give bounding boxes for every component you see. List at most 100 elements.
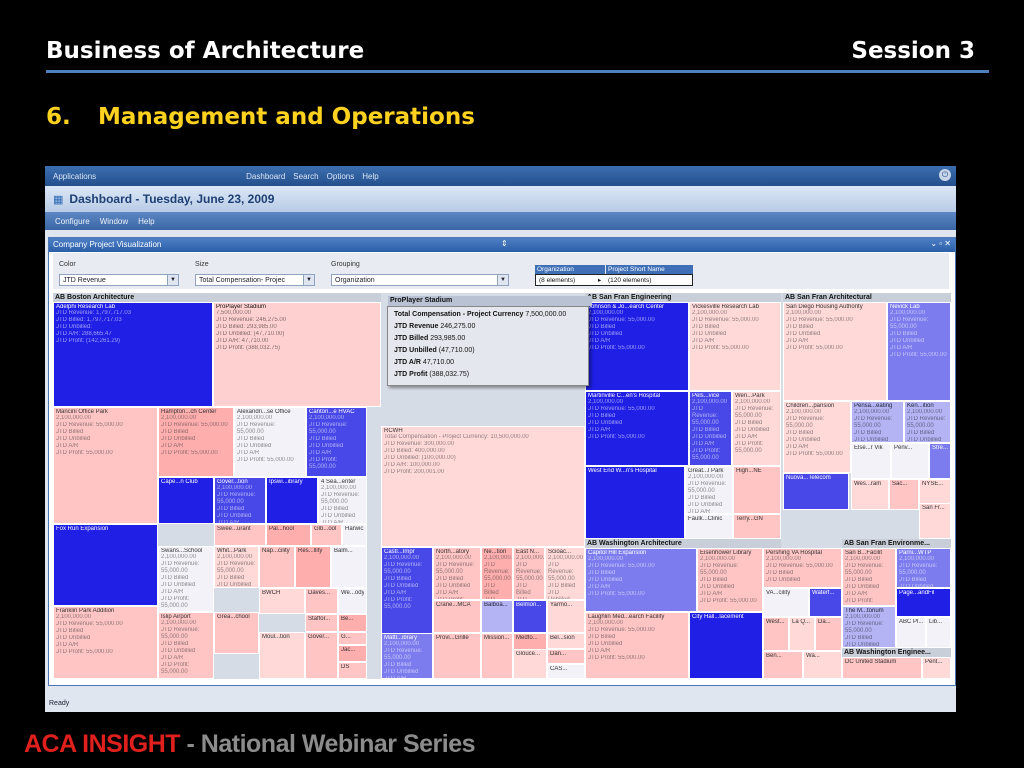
panel-window-buttons[interactable]: ⌄ ▫ ✕ [930,239,951,248]
treemap-cell[interactable]: Cape...n Club [158,477,214,524]
treemap-cell[interactable]: Moul...tion [259,632,305,679]
menu-dashboard[interactable]: Dashboard [246,172,285,181]
treemap-cell[interactable]: Balboa... [481,600,513,633]
treemap-cell[interactable]: Gover... [305,632,338,679]
treemap-cell[interactable]: Faulk...Clinic [685,514,733,539]
treemap-cell[interactable]: Wes...ram [851,479,889,510]
treemap-cell[interactable]: Jac... [338,645,367,662]
treemap-cell[interactable]: Be... [338,614,367,632]
treemap-cell[interactable]: VA...cility [763,588,809,617]
power-icon[interactable]: ⏻ [939,169,951,181]
treemap-cell[interactable]: Harwic... [342,524,367,546]
treemap-cell[interactable]: Mattl...ibrary 2,100,000.00 JTD Revenue: 5… [381,633,433,679]
treemap-cell[interactable]: Vickesville Research Lab 2,100,000.00 JTD … [689,302,781,391]
treemap-cell[interactable]: North...atory 2,100,000.00 JTD Revenue: 55… [433,547,481,600]
treemap-cell[interactable]: La Q... [789,617,815,651]
treemap-cell[interactable]: Scioac... 2,100,000.00 JTD Revenue: 55,000… [545,547,585,600]
tree-header-organization[interactable]: Organization [535,265,605,274]
tree-filter[interactable]: (8 elements) ▸ (120 elements) [535,274,693,286]
help-button[interactable]: Help [138,217,154,226]
treemap-cell[interactable]: Laughlin Med...earch Facility 2,100,000.0… [585,612,689,679]
treemap-cell[interactable]: We...ody [338,588,367,614]
treemap-cell[interactable]: Whit...Park 2,100,000.00 JTD Revenue: 55,0… [214,546,259,588]
treemap-cell[interactable]: Penv... [891,443,929,479]
treemap-cell[interactable]: Ken...ition 2,100,000.00 JTD Revenue: 55,0… [904,401,951,443]
color-select[interactable]: JTD Revenue ▼ [59,274,179,286]
treemap-cell[interactable]: Swans...School 2,100,000.00 JTD Revenue: 5… [158,546,214,612]
treemap-cell[interactable]: Nap...cility [259,546,295,588]
treemap-cell[interactable]: Mancini Office Park 2,100,000.00 JTD Reven… [53,407,158,524]
treemap-cell[interactable]: G... [338,632,367,645]
treemap-cell[interactable]: Bel...sion [547,633,585,649]
treemap-cell[interactable]: Nevick Lab 2,100,000.00 JTD Revenue: 55,00… [887,302,951,401]
treemap-cell[interactable]: Terry...GN [733,514,781,539]
treemap-cell[interactable]: Alexandri...se Office 2,100,000.00 JTD Rev… [234,407,306,477]
treemap-cell[interactable]: San Fr... [919,503,951,539]
treemap-cell[interactable]: ProPlayer Stadium 7,500,000.00 JTD Revenue… [213,302,381,407]
treemap-cell[interactable]: Glouce... [513,649,547,679]
chevron-down-icon[interactable]: ▼ [303,275,314,285]
treemap-cell[interactable]: The M...torium 2,100,000.00 JTD Revenue: 5… [842,606,896,648]
treemap-cell[interactable]: Great...l Park 2,100,000.00 JTD Revenue: 5… [685,466,733,514]
treemap-cell[interactable]: Sac... [889,479,919,510]
treemap-cell[interactable]: RCWH Total Compensation - Project Currenc… [381,426,585,547]
treemap-cell[interactable]: BWCH [259,588,305,614]
treemap-cell[interactable]: Nuova...Telecom [783,473,849,510]
tree-header-project[interactable]: Project Short Name [606,265,693,274]
treemap-cell[interactable]: ABC Pl... [896,617,926,648]
treemap-cell[interactable]: High...NE [733,466,781,514]
treemap-cell[interactable]: Parni...WTP 2,100,000.00 JTD Revenue: 55,0… [896,548,951,588]
treemap-cell[interactable]: Yarmo... [547,600,585,633]
treemap-cell[interactable]: Pensa...eating 2,100,000.00 JTD Revenue: 5… [851,401,904,443]
treemap-cell[interactable]: Pent... [922,657,951,679]
treemap-cell[interactable]: Dan... [547,649,585,664]
treemap-cell[interactable]: DC United Stadium [842,657,922,679]
size-select[interactable]: Total Compensation- Projec ▼ [195,274,315,286]
treemap-cell[interactable]: Mission... [481,633,513,679]
treemap-cell[interactable]: Staffor... [305,614,338,632]
treemap-cell[interactable]: East N...2,100,000.00JTD Revenue: 55,000… [513,547,545,600]
collapse-icon[interactable]: ⇕ [501,239,508,248]
treemap-cell[interactable]: Stre... [929,443,951,479]
treemap-cell[interactable]: Fox Run Expansion [53,524,158,606]
treemap-cell[interactable]: Grea...chool [214,612,259,654]
treemap-cell[interactable]: Johnson & Jo...earch Center 2,100,000.00 J… [585,302,689,391]
configure-button[interactable]: Configure [55,217,90,226]
treemap-cell[interactable]: Crane...MCA [433,600,481,633]
treemap-cell[interactable]: Waterf... [809,588,842,617]
treemap-cell[interactable]: CAS... [547,664,585,679]
treemap-cell[interactable]: Belmon... [513,600,547,633]
treemap-cell[interactable]: Ne...tion2,100,000.00JTD Revenue: 55,000… [481,547,513,600]
panel-title[interactable]: Company Project Visualization [53,240,161,249]
treemap-cell[interactable]: Glb...ool [311,524,342,546]
treemap-cell[interactable]: Children...pansion 2,100,000.00 JTD Revenu… [783,401,851,473]
treemap-cell[interactable]: Daves... [305,588,338,614]
treemap-cell[interactable]: Wa... [803,651,842,679]
menu-options[interactable]: Options [327,172,355,181]
treemap-cell[interactable]: Franklin Park Addition 2,100,000.00 JTD Re… [53,606,158,679]
menu-search[interactable]: Search [293,172,318,181]
treemap-cell[interactable]: Gover...tion 2,100,000.00 JTD Revenue: 55,… [214,477,266,524]
treemap-cell[interactable]: Ben... [763,651,803,679]
treemap-cell[interactable]: Da... [815,617,842,651]
treemap-cell[interactable]: San Diego Housing Authority 2,100,000.00 J… [783,302,887,401]
grouping-select[interactable]: Organization ▼ [331,274,509,286]
treemap-cell[interactable]: Page...andFil [896,588,951,617]
treemap-cell[interactable]: Swee...urant [214,524,266,546]
treemap-cell[interactable]: San B...Facilit 2,100,000.00 JTD Revenue: … [842,548,896,606]
treemap-cell[interactable]: Lib... [926,617,951,648]
treemap-cell[interactable]: Adelphi Research Lab JTD Revenue: 1,797,7… [53,302,213,407]
window-button[interactable]: Window [100,217,128,226]
treemap-cell[interactable]: Pels...vice 2,100,000.00 JTD Revenue: 55,0… [689,391,732,466]
menu-help[interactable]: Help [362,172,378,181]
chevron-down-icon[interactable]: ▼ [167,275,178,285]
treemap-cell[interactable]: Pal...hool [266,524,311,546]
treemap-cell[interactable]: Eisenhower Library 2,100,000.00 JTD Revenu… [697,548,763,612]
chevron-down-icon[interactable]: ▼ [497,275,508,285]
treemap-cell[interactable]: 4 Sea...enter 2,100,000.00 JTD Revenue: 55… [318,477,367,524]
project-treemap[interactable]: AB Boston Architecture AB San Fran Engin… [53,293,951,679]
treemap-cell[interactable]: Res...llity [295,546,331,588]
treemap-cell[interactable]: West End W...n's Hospital [585,466,685,539]
treemap-cell[interactable]: Wen...Park 2,100,000.00 JTD Revenue: 55,00… [732,391,781,466]
treemap-cell[interactable]: Hampton...ch Center 2,100,000.00 JTD Reven… [158,407,234,477]
